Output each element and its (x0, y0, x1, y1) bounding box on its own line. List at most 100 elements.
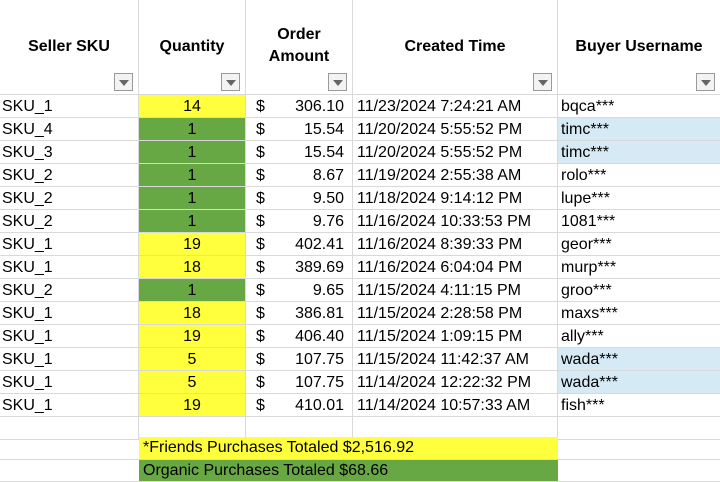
table-row[interactable]: SKU_4 1 $15.54 11/20/2024 5:55:52 PM timc*** (0, 118, 720, 141)
buyer-username-cell[interactable]: timc*** (558, 118, 720, 141)
quantity-cell[interactable]: 19 (139, 233, 246, 256)
filter-dropdown-icon[interactable] (533, 73, 552, 91)
buyer-username-cell[interactable]: timc*** (558, 141, 720, 164)
order-amount-cell[interactable]: $9.65 (246, 279, 353, 302)
created-time-cell[interactable]: 11/16/2024 10:33:53 PM (353, 210, 558, 233)
quantity-cell[interactable]: 1 (139, 141, 246, 164)
table-row[interactable]: SKU_1 14 $306.10 11/23/2024 7:24:21 AM bqca*… (0, 95, 720, 118)
created-time-cell[interactable]: 11/14/2024 10:57:33 AM (353, 394, 558, 417)
quantity-cell[interactable]: 5 (139, 348, 246, 371)
filter-dropdown-icon[interactable] (328, 73, 347, 91)
created-time-cell[interactable]: 11/16/2024 8:39:33 PM (353, 233, 558, 256)
order-amount-cell[interactable]: $107.75 (246, 348, 353, 371)
friends-summary[interactable]: *Friends Purchases Totaled $2,516.92 (139, 437, 558, 459)
buyer-username-cell[interactable]: fish*** (558, 394, 720, 417)
created-time-cell[interactable]: 11/14/2024 12:22:32 PM (353, 371, 558, 394)
created-time-cell[interactable]: 11/15/2024 4:11:15 PM (353, 279, 558, 302)
seller-sku-cell[interactable]: SKU_1 (0, 325, 139, 348)
quantity-cell[interactable]: 1 (139, 164, 246, 187)
buyer-username-cell[interactable]: bqca*** (558, 95, 720, 118)
quantity-cell[interactable]: 1 (139, 210, 246, 233)
seller-sku-cell[interactable]: SKU_1 (0, 95, 139, 118)
seller-sku-cell[interactable]: SKU_2 (0, 210, 139, 233)
quantity-cell[interactable]: 5 (139, 371, 246, 394)
table-row[interactable]: SKU_1 5 $107.75 11/15/2024 11:42:37 AM wada*… (0, 348, 720, 371)
created-time-cell[interactable]: 11/15/2024 11:42:37 AM (353, 348, 558, 371)
header-buyer-username[interactable]: Buyer Username (558, 0, 720, 95)
order-amount-cell[interactable]: $406.40 (246, 325, 353, 348)
quantity-cell[interactable]: 1 (139, 118, 246, 141)
header-created-time[interactable]: Created Time (353, 0, 558, 95)
quantity-cell[interactable]: 1 (139, 187, 246, 210)
table-row[interactable]: SKU_2 1 $9.50 11/18/2024 9:14:12 PM lupe*** (0, 187, 720, 210)
quantity-cell[interactable]: 1 (139, 279, 246, 302)
seller-sku-cell[interactable]: SKU_2 (0, 187, 139, 210)
filter-dropdown-icon[interactable] (221, 73, 240, 91)
buyer-username-cell[interactable]: 1081*** (558, 210, 720, 233)
created-time-cell[interactable]: 11/15/2024 1:09:15 PM (353, 325, 558, 348)
quantity-cell[interactable]: 18 (139, 256, 246, 279)
seller-sku-cell[interactable]: SKU_1 (0, 233, 139, 256)
buyer-username-cell[interactable]: lupe*** (558, 187, 720, 210)
order-amount-cell[interactable]: $8.67 (246, 164, 353, 187)
created-time-cell[interactable]: 11/15/2024 2:28:58 PM (353, 302, 558, 325)
table-row[interactable]: SKU_1 19 $410.01 11/14/2024 10:57:33 AM fish… (0, 394, 720, 417)
quantity-cell[interactable]: 19 (139, 394, 246, 417)
filter-dropdown-icon[interactable] (114, 73, 133, 91)
buyer-username-cell[interactable]: murp*** (558, 256, 720, 279)
order-amount-cell[interactable]: $107.75 (246, 371, 353, 394)
table-row[interactable]: SKU_3 1 $15.54 11/20/2024 5:55:52 PM timc*** (0, 141, 720, 164)
order-amount-cell[interactable]: $9.76 (246, 210, 353, 233)
buyer-username-cell[interactable]: rolo*** (558, 164, 720, 187)
created-time-cell[interactable]: 11/20/2024 5:55:52 PM (353, 141, 558, 164)
order-amount-cell[interactable]: $15.54 (246, 141, 353, 164)
order-amount-cell[interactable]: $386.81 (246, 302, 353, 325)
order-amount-cell[interactable]: $306.10 (246, 95, 353, 118)
created-time-cell[interactable]: 11/18/2024 9:14:12 PM (353, 187, 558, 210)
quantity-cell[interactable]: 19 (139, 325, 246, 348)
table-row[interactable]: SKU_1 19 $406.40 11/15/2024 1:09:15 PM ally*… (0, 325, 720, 348)
buyer-username-cell[interactable]: wada*** (558, 371, 720, 394)
filter-dropdown-icon[interactable] (696, 73, 715, 91)
cell[interactable] (0, 417, 139, 440)
created-time-cell[interactable]: 11/23/2024 7:24:21 AM (353, 95, 558, 118)
table-row[interactable]: SKU_1 19 $402.41 11/16/2024 8:39:33 PM geor*… (0, 233, 720, 256)
seller-sku-cell[interactable]: SKU_1 (0, 256, 139, 279)
table-row[interactable]: SKU_2 1 $8.67 11/19/2024 2:55:38 AM rolo*** (0, 164, 720, 187)
table-row[interactable]: SKU_2 1 $9.65 11/15/2024 4:11:15 PM groo*** (0, 279, 720, 302)
buyer-username-cell[interactable]: wada*** (558, 348, 720, 371)
buyer-username-cell[interactable]: groo*** (558, 279, 720, 302)
header-seller-sku[interactable]: Seller SKU (0, 0, 139, 95)
table-row[interactable]: SKU_1 18 $386.81 11/15/2024 2:28:58 PM maxs*… (0, 302, 720, 325)
cell[interactable] (558, 417, 720, 440)
seller-sku-cell[interactable]: SKU_2 (0, 164, 139, 187)
order-amount-cell[interactable]: $389.69 (246, 256, 353, 279)
created-time-cell[interactable]: 11/16/2024 6:04:04 PM (353, 256, 558, 279)
seller-sku-cell[interactable]: SKU_1 (0, 302, 139, 325)
seller-sku-cell[interactable]: SKU_1 (0, 394, 139, 417)
created-time-cell[interactable]: 11/20/2024 5:55:52 PM (353, 118, 558, 141)
buyer-username-cell[interactable]: maxs*** (558, 302, 720, 325)
organic-summary[interactable]: Organic Purchases Totaled $68.66 (139, 460, 558, 482)
buyer-username-cell[interactable]: geor*** (558, 233, 720, 256)
seller-sku-cell[interactable]: SKU_2 (0, 279, 139, 302)
header-quantity[interactable]: Quantity (139, 0, 246, 95)
order-amount-cell[interactable]: $9.50 (246, 187, 353, 210)
buyer-username-cell[interactable]: ally*** (558, 325, 720, 348)
seller-sku-cell[interactable]: SKU_3 (0, 141, 139, 164)
created-time-cell[interactable]: 11/19/2024 2:55:38 AM (353, 164, 558, 187)
table-row[interactable]: SKU_1 5 $107.75 11/14/2024 12:22:32 PM wada*… (0, 371, 720, 394)
table-row[interactable]: SKU_1 18 $389.69 11/16/2024 6:04:04 PM murp*… (0, 256, 720, 279)
order-amount-cell[interactable]: $15.54 (246, 118, 353, 141)
quantity-cell[interactable]: 18 (139, 302, 246, 325)
table-row[interactable]: SKU_2 1 $9.76 11/16/2024 10:33:53 PM 1081*** (0, 210, 720, 233)
seller-sku-cell[interactable]: SKU_1 (0, 348, 139, 371)
seller-sku-cell[interactable]: SKU_1 (0, 371, 139, 394)
quantity-cell[interactable]: 14 (139, 95, 246, 118)
header-order-amount[interactable]: Order Amount (246, 0, 353, 95)
seller-sku-cell[interactable]: SKU_4 (0, 118, 139, 141)
currency-symbol: $ (256, 167, 265, 184)
order-amount-cell[interactable]: $402.41 (246, 233, 353, 256)
order-amount-cell[interactable]: $410.01 (246, 394, 353, 417)
header-label: Seller SKU (28, 38, 110, 55)
